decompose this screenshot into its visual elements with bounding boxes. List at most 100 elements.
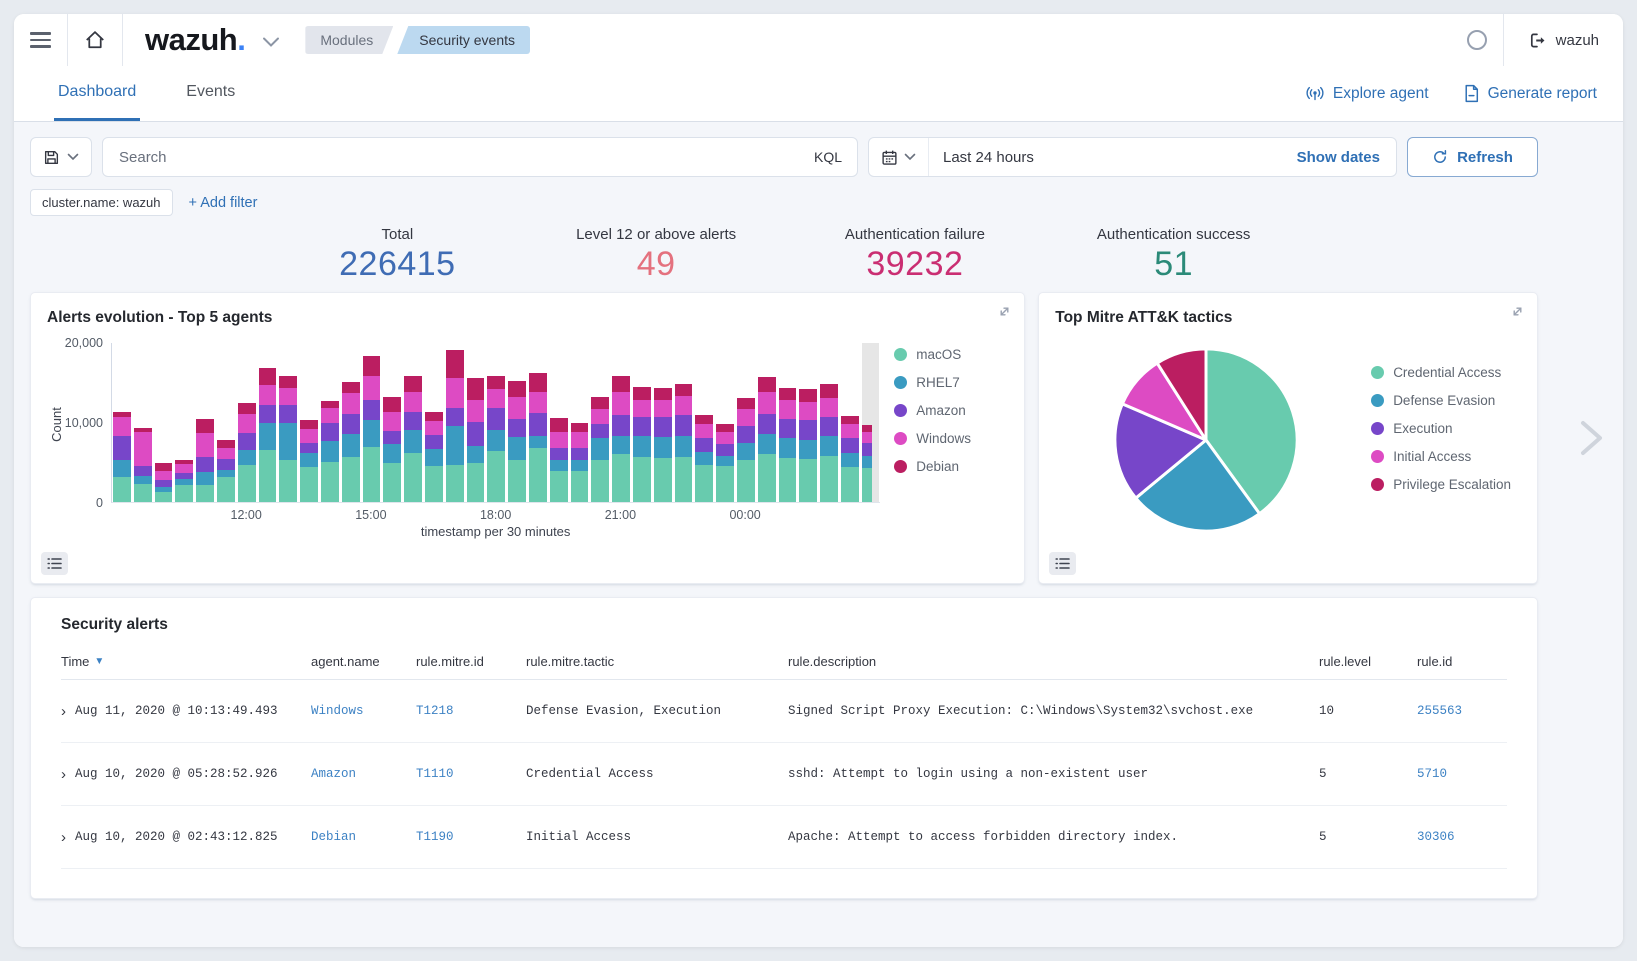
bar-slot bbox=[529, 343, 547, 502]
cell-mitre-id-link[interactable]: T1190 bbox=[416, 830, 526, 844]
stacked-bar[interactable] bbox=[862, 425, 873, 502]
stacked-bar[interactable] bbox=[550, 418, 568, 502]
spaces-ring-icon[interactable] bbox=[1451, 14, 1503, 66]
stacked-bar[interactable] bbox=[820, 384, 838, 502]
stacked-bar[interactable] bbox=[446, 350, 464, 502]
next-panels-chevron-icon[interactable] bbox=[1572, 415, 1610, 461]
panel-data-list-icon[interactable] bbox=[41, 552, 68, 575]
legend-label: Defense Evasion bbox=[1393, 393, 1495, 408]
stacked-bar[interactable] bbox=[425, 412, 443, 502]
app-window: wazuh. Modules Security events wazuh Das… bbox=[14, 14, 1623, 947]
cell-rule-level: 10 bbox=[1319, 704, 1417, 718]
stacked-bar[interactable] bbox=[279, 376, 297, 502]
home-icon[interactable] bbox=[68, 14, 122, 66]
stacked-bar[interactable] bbox=[196, 419, 214, 502]
stacked-bar[interactable] bbox=[217, 440, 235, 502]
stacked-bar[interactable] bbox=[404, 376, 422, 502]
column-header[interactable]: rule.mitre.tactic bbox=[526, 654, 788, 669]
time-range-value[interactable]: Last 24 hours bbox=[929, 149, 1281, 166]
column-header[interactable]: agent.name bbox=[311, 654, 416, 669]
stacked-bar[interactable] bbox=[363, 356, 381, 502]
stacked-bar[interactable] bbox=[134, 428, 152, 502]
stacked-bar[interactable] bbox=[695, 415, 713, 502]
bar-slot bbox=[862, 343, 880, 502]
stacked-bar[interactable] bbox=[799, 389, 817, 502]
legend-item[interactable]: Initial Access bbox=[1371, 449, 1511, 464]
app-switcher-chevron-icon[interactable] bbox=[257, 18, 285, 66]
stacked-bar[interactable] bbox=[571, 423, 589, 502]
user-menu[interactable]: wazuh bbox=[1504, 14, 1623, 66]
stacked-bar[interactable] bbox=[758, 377, 776, 502]
expand-panel-icon[interactable] bbox=[1510, 304, 1525, 319]
cell-rule-level: 5 bbox=[1319, 767, 1417, 781]
stacked-bar[interactable] bbox=[342, 382, 360, 502]
column-header[interactable]: rule.level bbox=[1319, 654, 1417, 669]
stacked-bar[interactable] bbox=[737, 398, 755, 502]
calendar-menu-button[interactable] bbox=[869, 138, 929, 176]
stacked-bar[interactable] bbox=[467, 378, 485, 502]
legend-item[interactable]: Debian bbox=[894, 459, 1008, 474]
cell-agent-name-link[interactable]: Debian bbox=[311, 830, 416, 844]
expand-panel-icon[interactable] bbox=[997, 304, 1012, 319]
bar-slot bbox=[342, 343, 360, 502]
panel-data-list-icon[interactable] bbox=[1049, 552, 1076, 575]
stacked-bar[interactable] bbox=[113, 412, 131, 502]
column-header[interactable]: rule.id bbox=[1417, 654, 1507, 669]
column-header[interactable]: rule.description bbox=[788, 654, 1319, 669]
stacked-bar[interactable] bbox=[508, 381, 526, 502]
legend-item[interactable]: Privilege Escalation bbox=[1371, 477, 1511, 492]
cell-agent-name-link[interactable]: Windows bbox=[311, 704, 416, 718]
legend-item[interactable]: Credential Access bbox=[1371, 365, 1511, 380]
legend-item[interactable]: Windows bbox=[894, 431, 1008, 446]
stacked-bar[interactable] bbox=[612, 376, 630, 502]
explore-agent-button[interactable]: Explore agent bbox=[1305, 85, 1429, 103]
refresh-button[interactable]: Refresh bbox=[1407, 137, 1538, 177]
stacked-bar[interactable] bbox=[779, 388, 797, 502]
stacked-bar[interactable] bbox=[238, 403, 256, 502]
cell-mitre-id-link[interactable]: T1218 bbox=[416, 704, 526, 718]
column-header[interactable]: rule.mitre.id bbox=[416, 654, 526, 669]
filter-pill-cluster-name[interactable]: cluster.name: wazuh bbox=[30, 189, 173, 216]
x-axis-title: timestamp per 30 minutes bbox=[111, 524, 880, 539]
legend-label: Amazon bbox=[916, 403, 966, 418]
saved-query-button[interactable] bbox=[30, 137, 92, 177]
stacked-bar[interactable] bbox=[654, 388, 672, 502]
stacked-bar[interactable] bbox=[321, 401, 339, 502]
legend-item[interactable]: Defense Evasion bbox=[1371, 393, 1511, 408]
stacked-bar[interactable] bbox=[633, 387, 651, 502]
search-input[interactable] bbox=[103, 149, 798, 166]
stacked-bar[interactable] bbox=[300, 420, 318, 502]
show-dates-button[interactable]: Show dates bbox=[1281, 149, 1396, 166]
stacked-bar[interactable] bbox=[383, 397, 401, 502]
legend-item[interactable]: macOS bbox=[894, 347, 1008, 362]
cell-rule-id-link[interactable]: 30306 bbox=[1417, 830, 1507, 844]
legend-item[interactable]: Amazon bbox=[894, 403, 1008, 418]
row-expand-chevron-icon[interactable]: › bbox=[61, 830, 66, 845]
column-header[interactable]: Time▼ bbox=[61, 654, 311, 669]
kql-toggle-button[interactable]: KQL bbox=[798, 149, 857, 165]
tab-events[interactable]: Events bbox=[182, 66, 239, 121]
stacked-bar[interactable] bbox=[487, 376, 505, 502]
stacked-bar[interactable] bbox=[675, 384, 693, 502]
stacked-bar[interactable] bbox=[259, 368, 277, 502]
breadcrumb-modules[interactable]: Modules bbox=[305, 26, 393, 54]
stacked-bar[interactable] bbox=[591, 397, 609, 502]
add-filter-button[interactable]: + Add filter bbox=[189, 195, 258, 211]
cell-rule-id-link[interactable]: 255563 bbox=[1417, 704, 1507, 718]
cell-agent-name-link[interactable]: Amazon bbox=[311, 767, 416, 781]
stacked-bar[interactable] bbox=[529, 373, 547, 502]
stacked-bar[interactable] bbox=[716, 424, 734, 502]
cell-rule-id-link[interactable]: 5710 bbox=[1417, 767, 1507, 781]
legend-item[interactable]: RHEL7 bbox=[894, 375, 1008, 390]
stacked-bar[interactable] bbox=[175, 460, 193, 502]
cell-mitre-id-link[interactable]: T1110 bbox=[416, 767, 526, 781]
legend-item[interactable]: Execution bbox=[1371, 421, 1511, 436]
stacked-bar[interactable] bbox=[841, 416, 859, 502]
row-expand-chevron-icon[interactable]: › bbox=[61, 767, 66, 782]
tab-dashboard[interactable]: Dashboard bbox=[54, 66, 140, 121]
generate-report-button[interactable]: Generate report bbox=[1463, 84, 1597, 103]
stacked-bar[interactable] bbox=[155, 463, 173, 502]
menu-hamburger-icon[interactable] bbox=[14, 14, 67, 66]
row-expand-chevron-icon[interactable]: › bbox=[61, 704, 66, 719]
cell-rule-level: 5 bbox=[1319, 830, 1417, 844]
